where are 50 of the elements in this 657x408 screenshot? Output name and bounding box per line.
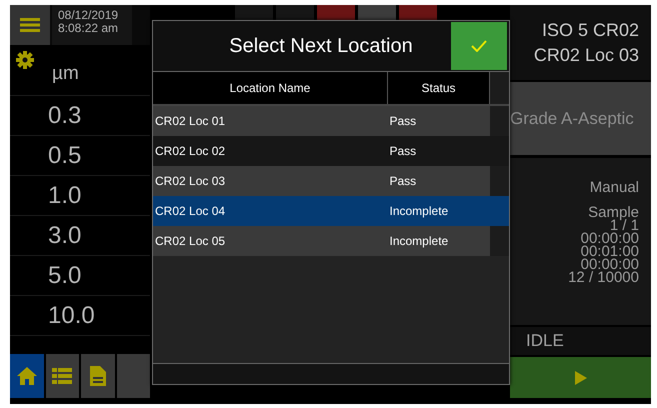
location-row[interactable]: CR02 Loc 03 Pass <box>153 166 509 196</box>
location-row[interactable]: CR02 Loc 04 Incomplete <box>153 196 509 226</box>
location-row[interactable]: CR02 Loc 01 Pass <box>153 105 509 136</box>
location-row[interactable]: CR02 Loc 05 Incomplete <box>153 226 509 256</box>
size-value: 0.3 <box>48 102 82 130</box>
nav-button[interactable] <box>46 354 79 398</box>
table-cell: CR02 Loc 02 <box>153 136 388 166</box>
nav-button[interactable] <box>81 354 114 398</box>
grade-label: Grade A-Aseptic <box>510 108 634 128</box>
list-icon <box>52 368 72 384</box>
menu-button[interactable] <box>10 5 50 45</box>
size-value: 5.0 <box>48 262 82 290</box>
document-icon <box>90 366 106 386</box>
mode-label: Manual <box>590 180 639 196</box>
date-text: 08/12/2019 <box>58 9 120 22</box>
play-icon <box>574 370 586 384</box>
info-text: 00:01:00 <box>580 245 639 258</box>
table-cell: CR02 Loc 04 <box>153 196 388 226</box>
check-icon <box>471 40 487 52</box>
column-header: Status <box>388 72 490 105</box>
menu-icon <box>20 18 40 32</box>
size-value: 10.0 <box>48 302 95 330</box>
dialog-title: Select Next Location <box>228 34 414 58</box>
table-cell: CR02 Loc 05 <box>153 226 388 256</box>
table-cell: Pass <box>388 166 490 196</box>
column-header: Location Name <box>153 72 388 105</box>
gear-icon <box>16 51 34 69</box>
table-cell: Pass <box>388 136 490 166</box>
info-text: 12 / 10000 <box>568 271 639 284</box>
location-row[interactable]: CR02 Loc 02 Pass <box>153 136 509 166</box>
location-label: CR02 Loc 03 <box>534 44 639 66</box>
table-cell: Incomplete <box>388 226 490 256</box>
unit-label: µm <box>52 63 79 85</box>
status-label: IDLE <box>526 331 564 351</box>
size-value: 0.5 <box>48 142 82 170</box>
info-text: 00:00:00 <box>580 258 639 271</box>
table-cell: Incomplete <box>388 196 490 226</box>
table-cell: CR02 Loc 03 <box>153 166 388 196</box>
size-value: 1.0 <box>48 182 82 210</box>
table-cell: CR02 Loc 01 <box>153 105 388 136</box>
time-text: 8:08:22 am <box>58 22 120 35</box>
nav-button[interactable] <box>10 354 44 398</box>
info-text: Sample <box>588 206 639 219</box>
start-button[interactable] <box>510 357 651 398</box>
home-icon <box>16 367 37 385</box>
area-label: ISO 5 CR02 <box>542 20 639 40</box>
size-value: 3.0 <box>48 222 82 250</box>
info-text: 00:00:00 <box>580 232 639 245</box>
table-cell: Pass <box>388 105 490 136</box>
info-text: 1 / 1 <box>610 219 639 232</box>
